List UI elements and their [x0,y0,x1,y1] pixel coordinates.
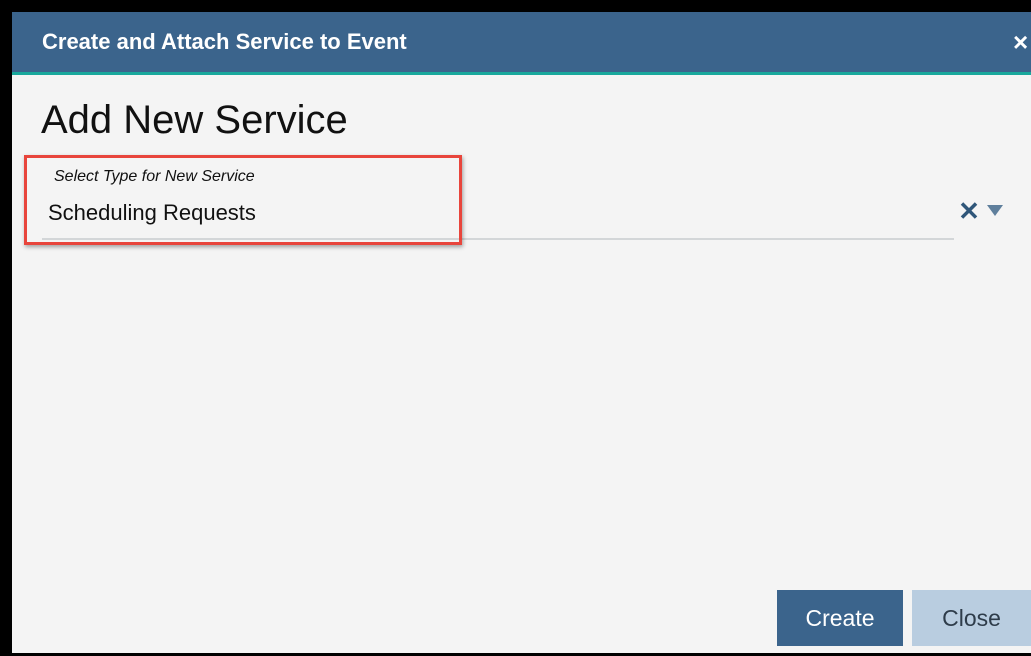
service-type-select[interactable]: Select Type for New Service Scheduling R… [42,158,954,240]
service-type-label: Select Type for New Service [54,168,255,185]
close-button[interactable]: Close [912,590,1031,646]
page-title: Add New Service [41,98,348,142]
create-button[interactable]: Create [777,590,903,646]
chevron-down-icon[interactable] [987,205,1003,216]
dialog-title: Create and Attach Service to Event [42,29,407,54]
dialog-titlebar: Create and Attach Service to Event × [12,12,1031,75]
dialog-window: Create and Attach Service to Event × Add… [0,0,1031,656]
close-icon[interactable]: × [1013,28,1031,56]
service-type-value[interactable]: Scheduling Requests [48,200,256,226]
field-underline [42,238,954,240]
clear-icon[interactable]: ✕ [958,198,980,224]
